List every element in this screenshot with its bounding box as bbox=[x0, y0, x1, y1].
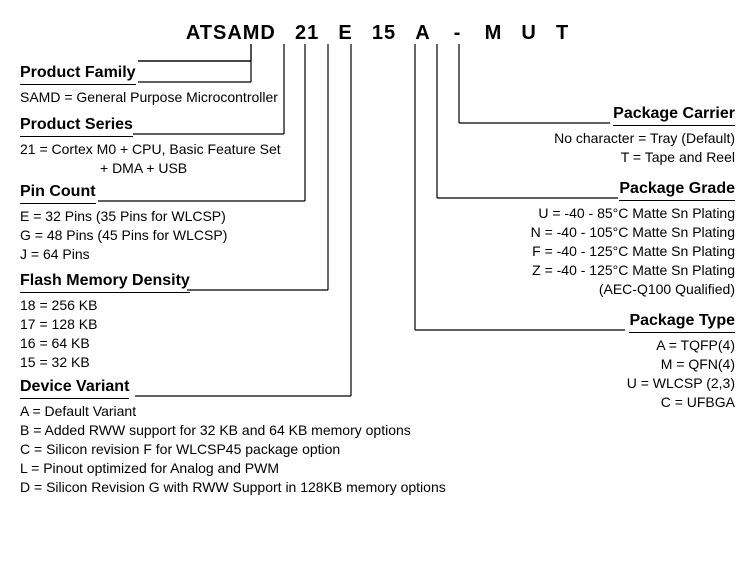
part-ptype: M bbox=[485, 22, 503, 45]
device-variant-section: Device Variant A = Default Variant B = A… bbox=[20, 378, 446, 496]
part-carrier: T bbox=[556, 22, 569, 45]
part-grade: U bbox=[521, 22, 536, 45]
flash-memory-line: 17 = 128 KB bbox=[20, 315, 190, 334]
package-type-section: Package Type A = TQFP(4) M = QFN(4) U = … bbox=[627, 312, 735, 412]
package-carrier-line: No character = Tray (Default) bbox=[554, 129, 735, 148]
package-type-line: A = TQFP(4) bbox=[627, 336, 735, 355]
product-series-line: + DMA + USB bbox=[20, 159, 281, 178]
flash-memory-title: Flash Memory Density bbox=[20, 272, 190, 293]
product-series-title: Product Series bbox=[20, 116, 133, 137]
part-dash: - bbox=[454, 22, 462, 45]
package-carrier-title: Package Carrier bbox=[613, 105, 735, 126]
package-grade-line: Z = -40 - 125°C Matte Sn Plating bbox=[531, 261, 735, 280]
package-grade-line: U = -40 - 85°C Matte Sn Plating bbox=[531, 204, 735, 223]
device-variant-title: Device Variant bbox=[20, 378, 129, 399]
part-variant: A bbox=[415, 22, 430, 45]
package-grade-line: N = -40 - 105°C Matte Sn Plating bbox=[531, 223, 735, 242]
part-number-row: ATSAMD 21 E 15 A - M U T bbox=[0, 22, 755, 45]
part-series: 21 bbox=[295, 22, 319, 45]
product-family-title: Product Family bbox=[20, 64, 136, 85]
product-family-line: SAMD = General Purpose Microcontroller bbox=[20, 88, 278, 107]
package-grade-line: F = -40 - 125°C Matte Sn Plating bbox=[531, 242, 735, 261]
flash-memory-line: 18 = 256 KB bbox=[20, 296, 190, 315]
product-series-section: Product Series 21 = Cortex M0 + CPU, Bas… bbox=[20, 116, 281, 178]
pin-count-title: Pin Count bbox=[20, 183, 96, 204]
device-variant-line: A = Default Variant bbox=[20, 402, 446, 421]
package-type-line: U = WLCSP (2,3) bbox=[627, 374, 735, 393]
part-flash: 15 bbox=[372, 22, 396, 45]
device-variant-line: C = Silicon revision F for WLCSP45 packa… bbox=[20, 440, 446, 459]
pin-count-section: Pin Count E = 32 Pins (35 Pins for WLCSP… bbox=[20, 183, 227, 264]
flash-memory-line: 16 = 64 KB bbox=[20, 334, 190, 353]
flash-memory-section: Flash Memory Density 18 = 256 KB 17 = 12… bbox=[20, 272, 190, 372]
device-variant-line: L = Pinout optimized for Analog and PWM bbox=[20, 459, 446, 478]
package-grade-title: Package Grade bbox=[619, 180, 735, 201]
flash-memory-line: 15 = 32 KB bbox=[20, 353, 190, 372]
package-grade-section: Package Grade U = -40 - 85°C Matte Sn Pl… bbox=[531, 180, 735, 298]
package-type-title: Package Type bbox=[629, 312, 735, 333]
device-variant-line: D = Silicon Revision G with RWW Support … bbox=[20, 478, 446, 497]
product-family-section: Product Family SAMD = General Purpose Mi… bbox=[20, 64, 278, 107]
package-grade-line: (AEC-Q100 Qualified) bbox=[531, 280, 735, 299]
device-variant-line: B = Added RWW support for 32 KB and 64 K… bbox=[20, 421, 446, 440]
pin-count-line: G = 48 Pins (45 Pins for WLCSP) bbox=[20, 226, 227, 245]
product-series-line: 21 = Cortex M0 + CPU, Basic Feature Set bbox=[20, 140, 281, 159]
part-pin: E bbox=[338, 22, 352, 45]
package-type-line: C = UFBGA bbox=[627, 393, 735, 412]
package-carrier-line: T = Tape and Reel bbox=[554, 148, 735, 167]
part-prefix: ATSAMD bbox=[186, 22, 276, 45]
pin-count-line: E = 32 Pins (35 Pins for WLCSP) bbox=[20, 207, 227, 226]
package-type-line: M = QFN(4) bbox=[627, 355, 735, 374]
pin-count-line: J = 64 Pins bbox=[20, 245, 227, 264]
package-carrier-section: Package Carrier No character = Tray (Def… bbox=[554, 105, 735, 167]
